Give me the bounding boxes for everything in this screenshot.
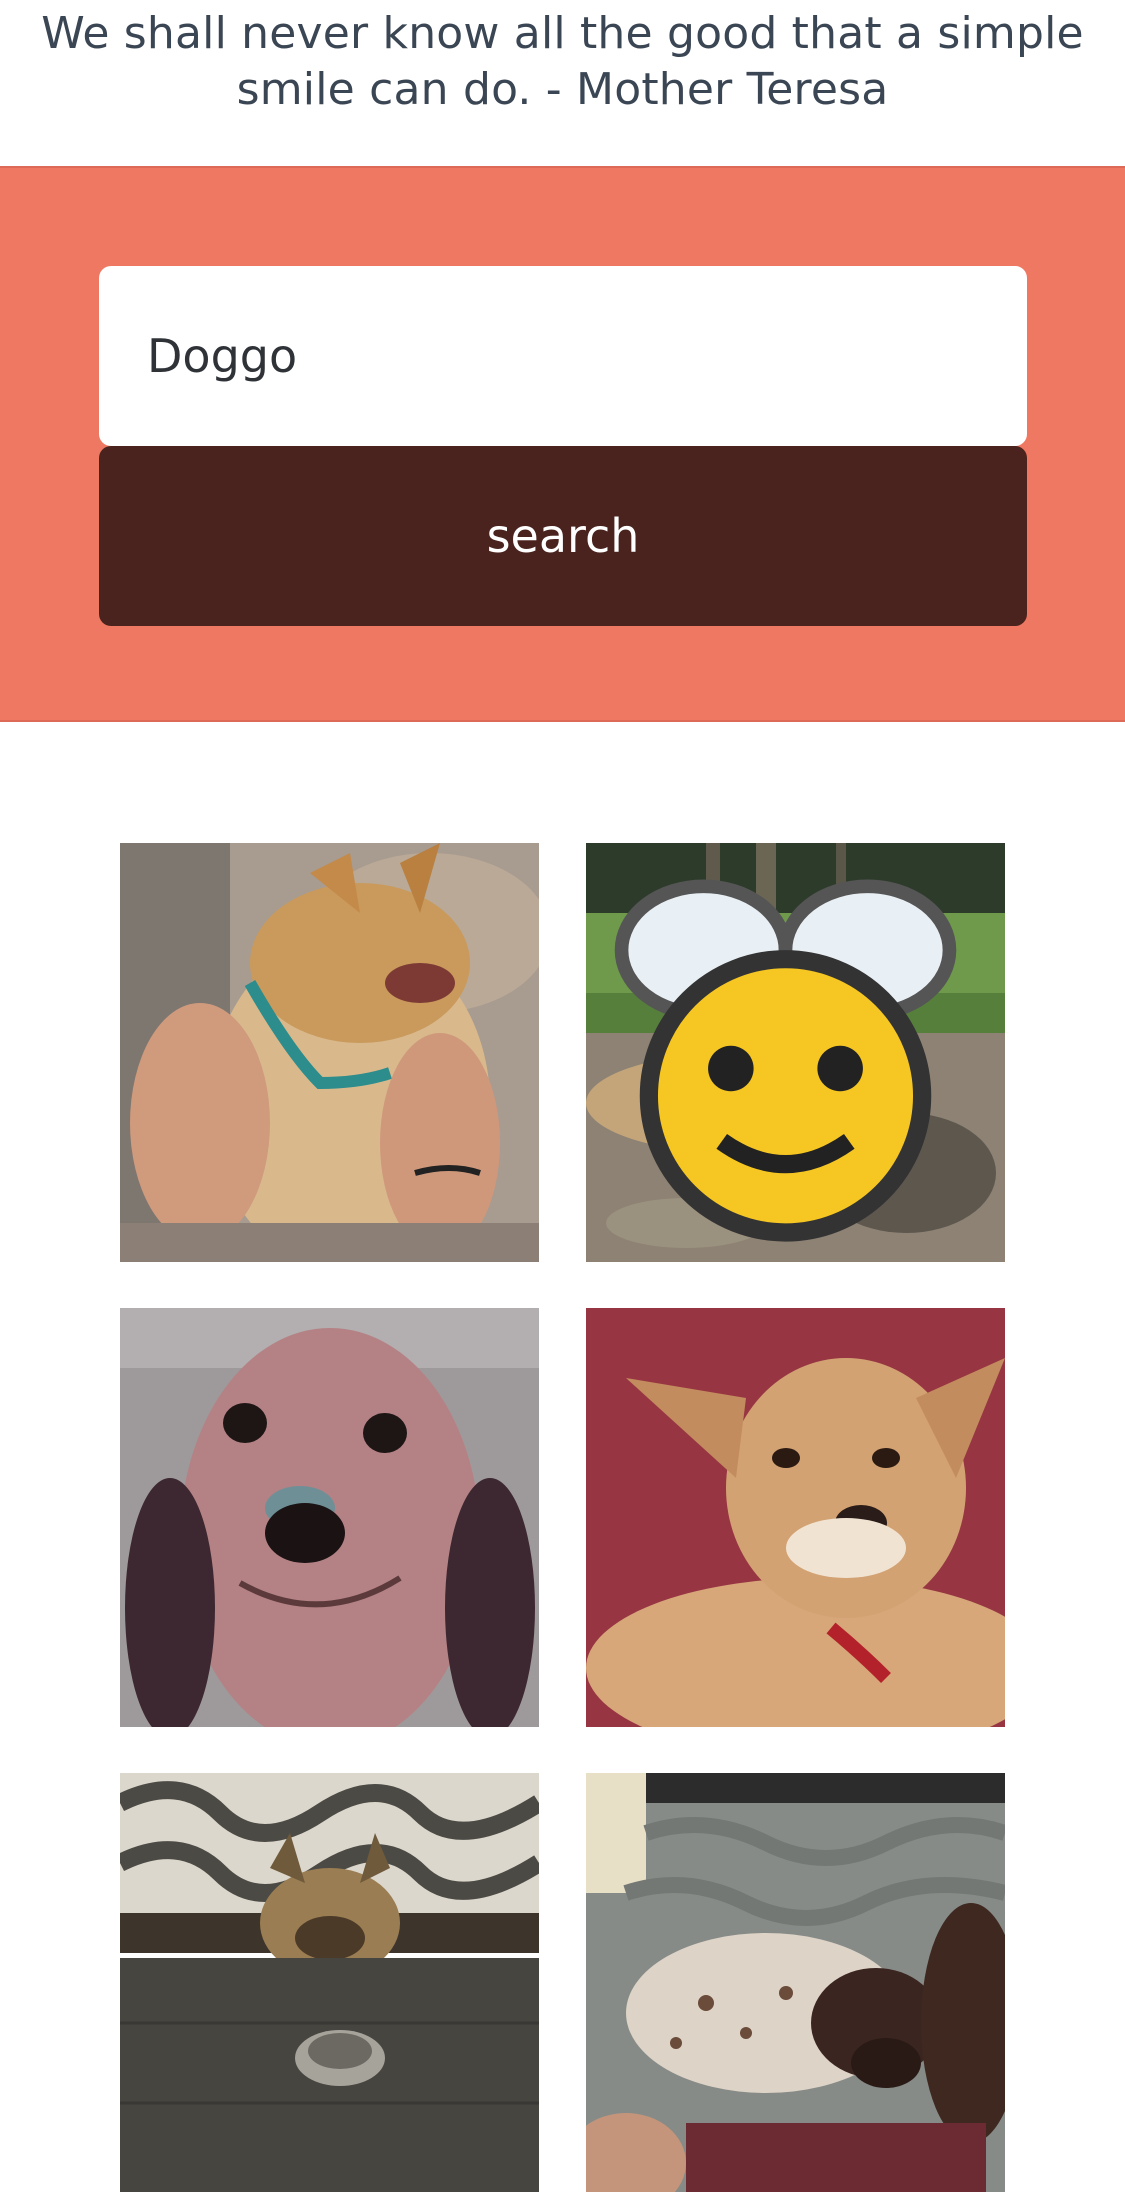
dog-image	[586, 1773, 1005, 2192]
gif-result-5[interactable]	[120, 1773, 539, 2192]
dog-image	[120, 1308, 539, 1727]
quote-text: We shall never know all the good that a …	[41, 8, 1084, 115]
bee-icon	[614, 879, 957, 1242]
gif-result-4[interactable]	[586, 1308, 1005, 1727]
gif-result-2[interactable]	[586, 843, 1005, 1262]
gif-result-3[interactable]	[120, 1308, 539, 1727]
gif-result-1[interactable]	[120, 843, 539, 1262]
dog-image	[120, 843, 539, 1262]
search-input[interactable]	[99, 266, 1027, 446]
dog-image	[586, 1308, 1005, 1727]
search-button[interactable]: search	[99, 446, 1027, 626]
search-banner: search	[0, 166, 1125, 722]
dog-image	[120, 1773, 539, 2192]
gif-result-6[interactable]	[586, 1773, 1005, 2192]
